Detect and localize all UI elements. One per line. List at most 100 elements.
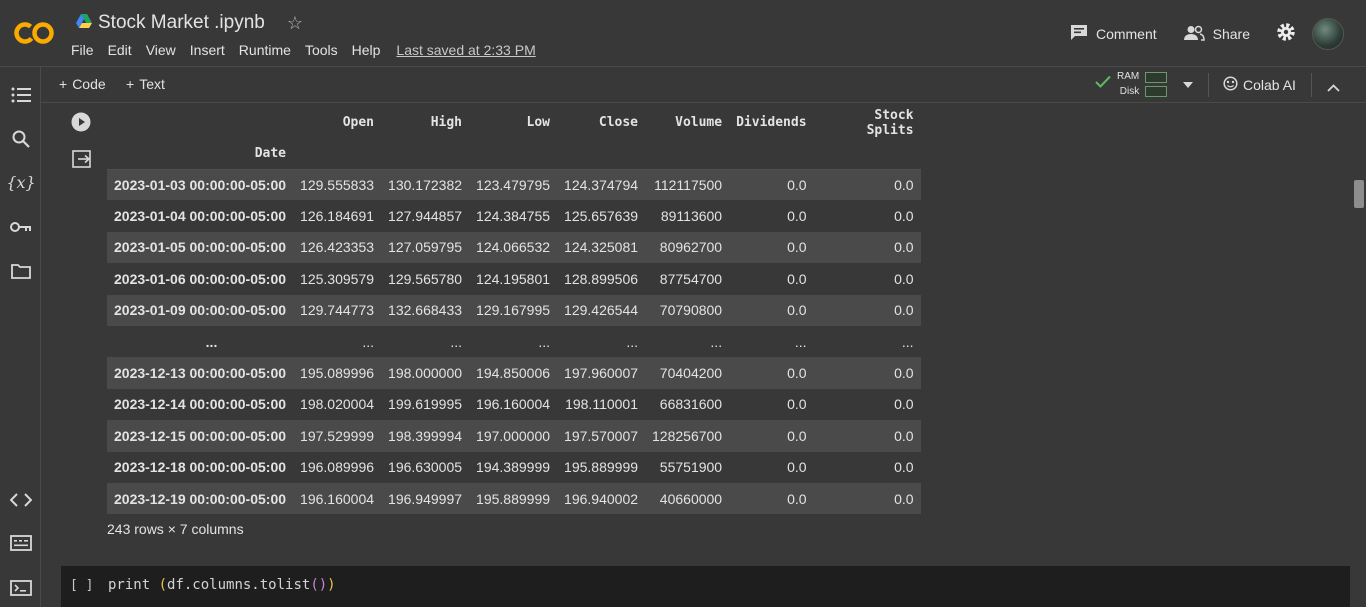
column-header: Low — [526, 115, 551, 130]
menu-tools[interactable]: Tools — [305, 42, 338, 58]
colab-ai-label: Colab AI — [1243, 77, 1296, 93]
row-index-date: 2023-01-03 00:00:00-05:00 — [114, 176, 287, 193]
row-index-date: 2023-12-19 00:00:00-05:00 — [114, 490, 287, 507]
table-row: 2023-01-03 00:00:00-05:00 129.555833 130.1… — [107, 169, 921, 201]
add-code-cell-button[interactable]: + Code — [59, 76, 106, 92]
collapse-chevron-up-icon[interactable] — [1327, 79, 1340, 97]
connected-check-icon — [1095, 75, 1111, 93]
table-cell-splits: 0.0 — [894, 176, 914, 193]
table-row: 2023-12-14 00:00:00-05:00 198.020004 199.6… — [107, 389, 921, 420]
files-folder-icon[interactable] — [10, 260, 32, 282]
scrollbar-thumb[interactable] — [1354, 180, 1364, 208]
table-row: 2023-12-19 00:00:00-05:00 196.160004 196.9… — [107, 482, 921, 515]
settings-gear-icon[interactable] — [1276, 22, 1296, 47]
dropdown-arrow-icon[interactable] — [1183, 75, 1194, 93]
table-cell-dividends: 0.0 — [787, 270, 807, 287]
table-cell-open: 196.089996 — [300, 459, 375, 476]
star-icon[interactable]: ☆ — [287, 13, 303, 34]
code-token: print — [108, 577, 159, 593]
table-cell-close: 196.940002 — [564, 490, 639, 507]
code-cell[interactable]: [ ] print (df.columns.tolist()) — [61, 566, 1350, 607]
menu-bar: File Edit View Insert Runtime Tools Help… — [71, 42, 536, 58]
row-index-date: 2023-12-13 00:00:00-05:00 — [114, 365, 287, 382]
google-drive-icon — [76, 13, 92, 33]
code-snippets-icon[interactable] — [10, 489, 32, 511]
table-of-contents-icon[interactable] — [10, 84, 32, 106]
notebook-title[interactable]: Stock Market .ipynb — [98, 12, 265, 34]
notebook-toolbar: + Code + Text RAM Disk Colab AI — [41, 67, 1366, 103]
table-row: 2023-01-04 00:00:00-05:00 126.184691 127.9… — [107, 200, 921, 231]
terminal-icon[interactable] — [10, 577, 32, 599]
table-cell-splits: 0.0 — [894, 239, 914, 256]
table-cell-splits: 0.0 — [894, 459, 914, 476]
table-cell-splits: 0.0 — [894, 396, 914, 413]
table-cell-low: 123.479795 — [476, 176, 551, 193]
table-cell-volume: 80962700 — [659, 239, 723, 256]
row-index-date: 2023-12-15 00:00:00-05:00 — [114, 427, 287, 444]
last-saved-link[interactable]: Last saved at 2:33 PM — [396, 42, 535, 58]
table-cell-dividends: 0.0 — [787, 176, 807, 193]
table-cell-high: 130.172382 — [388, 176, 463, 193]
output-actions-icon[interactable] — [72, 150, 92, 173]
run-cell-play-icon[interactable] — [71, 112, 91, 137]
share-button[interactable]: Share — [1183, 25, 1250, 44]
menu-help[interactable]: Help — [352, 42, 381, 58]
menu-file[interactable]: File — [71, 42, 94, 58]
colab-logo-icon[interactable] — [14, 18, 56, 48]
index-name-row: Date — [107, 138, 921, 170]
table-row: 2023-12-15 00:00:00-05:00 197.529999 198.3… — [107, 420, 921, 452]
table-cell-high: 198.399994 — [388, 427, 463, 444]
table-cell-high: 132.668433 — [388, 302, 463, 319]
menu-runtime[interactable]: Runtime — [239, 42, 291, 58]
disk-label: Disk — [1119, 86, 1140, 97]
secrets-key-icon[interactable] — [10, 216, 32, 238]
column-header-row: Open High Low Close Volume Dividends Sto… — [107, 107, 921, 138]
table-row: 2023-01-06 00:00:00-05:00 125.309579 129.5… — [107, 263, 921, 294]
table-cell-dividends: 0.0 — [787, 239, 807, 256]
notebook-scrollbar[interactable] — [1352, 103, 1366, 607]
table-cell-splits: 0.0 — [894, 490, 914, 507]
search-icon[interactable] — [10, 128, 32, 150]
column-header: Close — [598, 115, 639, 130]
comment-button[interactable]: Comment — [1070, 24, 1157, 44]
table-cell-low: 124.384755 — [476, 208, 551, 225]
row-index-date: 2023-01-04 00:00:00-05:00 — [114, 208, 287, 225]
add-text-cell-button[interactable]: + Text — [126, 76, 165, 92]
table-cell-volume: 87754700 — [659, 270, 723, 287]
user-avatar[interactable] — [1312, 18, 1344, 50]
row-index-date: 2023-01-06 00:00:00-05:00 — [114, 270, 287, 287]
code-editor-line[interactable]: print (df.columns.tolist()) — [108, 577, 336, 593]
notebook-header: Stock Market .ipynb ☆ File Edit View Ins… — [0, 0, 1366, 67]
ram-usage-bar — [1145, 71, 1168, 83]
table-cell-low: 197.000000 — [476, 427, 551, 444]
menu-view[interactable]: View — [146, 42, 176, 58]
index-name: Date — [107, 138, 294, 170]
table-cell-close: 124.325081 — [564, 239, 639, 256]
plus-icon: + — [59, 76, 68, 92]
table-cell-dividends: 0.0 — [787, 302, 807, 319]
table-cell-low: 124.195801 — [476, 270, 551, 287]
colab-ai-button[interactable]: Colab AI — [1223, 76, 1296, 94]
column-header: High — [430, 115, 463, 130]
table-cell-open: 197.529999 — [300, 427, 375, 444]
table-cell-splits: 0.0 — [894, 365, 914, 382]
column-header: Dividends — [736, 115, 807, 130]
header-actions: Comment Share — [1070, 18, 1366, 50]
add-code-label: Code — [72, 76, 106, 92]
command-palette-icon[interactable] — [10, 532, 32, 554]
menu-insert[interactable]: Insert — [190, 42, 225, 58]
table-cell-dividends: 0.0 — [787, 208, 807, 225]
add-text-label: Text — [139, 76, 165, 92]
row-index-date: 2023-12-18 00:00:00-05:00 — [114, 459, 287, 476]
runtime-resources-indicator[interactable]: RAM Disk — [1095, 69, 1194, 99]
table-cell-close: 124.374794 — [564, 176, 639, 193]
cell-execution-prompt[interactable]: [ ] — [70, 578, 93, 593]
menu-edit[interactable]: Edit — [108, 42, 132, 58]
table-cell-close: 128.899506 — [564, 270, 639, 287]
table-cell-close: 197.960007 — [564, 365, 639, 382]
table-cell-open: 129.744773 — [300, 302, 375, 319]
table-cell-open: 126.423353 — [300, 239, 375, 256]
variables-icon[interactable]: {x} — [6, 171, 35, 193]
table-cell-high: 198.000000 — [388, 365, 463, 382]
table-cell-high: 199.619995 — [388, 396, 463, 413]
